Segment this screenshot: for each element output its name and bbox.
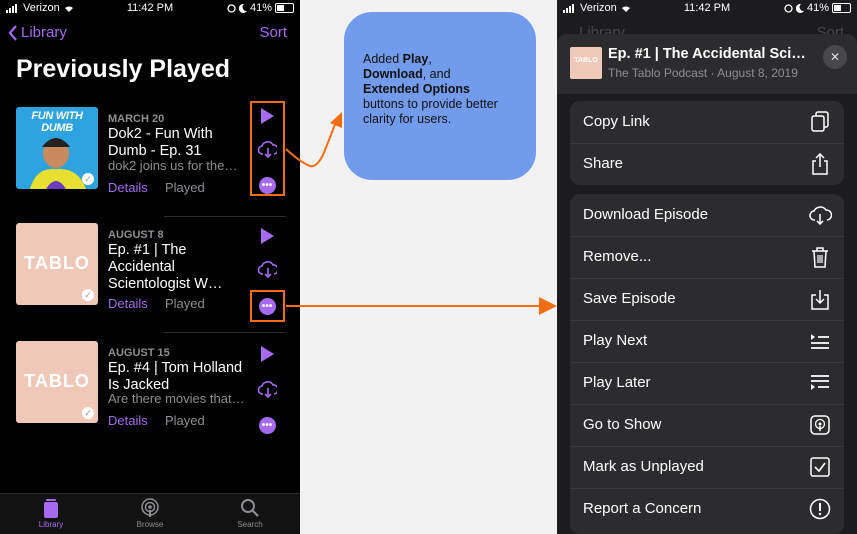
share-options-group: Copy Link Share	[570, 101, 844, 185]
play-later-row[interactable]: Play Later	[570, 362, 844, 405]
row-label: Remove...	[583, 248, 652, 265]
callout-prefix: Added	[363, 52, 403, 66]
episode-artwork: TABLO	[570, 47, 602, 79]
report-concern-row[interactable]: Report a Concern	[570, 488, 844, 530]
download-episode-row[interactable]: Download Episode	[570, 194, 844, 237]
callout-comma: ,	[428, 52, 432, 66]
row-label: Copy Link	[583, 113, 650, 130]
remove-row[interactable]: Remove...	[570, 236, 844, 279]
play-next-icon	[808, 329, 832, 353]
callout-suffix: buttons to provide better clarity for us…	[363, 97, 498, 126]
close-button[interactable]: ✕	[823, 45, 847, 69]
play-next-row[interactable]: Play Next	[570, 320, 844, 363]
share-row[interactable]: Share	[570, 143, 844, 185]
save-episode-row[interactable]: Save Episode	[570, 278, 844, 321]
sheet-episode-subtitle: The Tablo Podcast · August 8, 2019	[608, 66, 798, 80]
status-bar: Verizon 11:42 PM 41%	[557, 0, 857, 16]
exclamation-icon	[808, 497, 832, 521]
play-later-icon	[808, 371, 832, 395]
row-label: Play Later	[583, 374, 651, 391]
battery-icon	[832, 3, 851, 13]
save-tray-icon	[808, 287, 832, 311]
annotation-callout: Added Play, Download, and Extended Optio…	[344, 12, 536, 180]
callout-play: Play	[402, 52, 429, 66]
close-icon: ✕	[829, 50, 841, 64]
right-phone-screen: Verizon 11:42 PM 41% Library Sort TABLO …	[557, 0, 857, 534]
row-label: Mark as Unplayed	[583, 458, 704, 475]
podcast-icon	[808, 413, 832, 437]
row-label: Report a Concern	[583, 500, 702, 517]
trash-icon	[808, 245, 832, 269]
episode-options-group: Download Episode Remove... Save Episode …	[570, 194, 844, 534]
row-label: Play Next	[583, 332, 648, 349]
battery-percent: 41%	[806, 2, 829, 14]
row-label: Go to Show	[583, 416, 662, 433]
go-to-show-row[interactable]: Go to Show	[570, 404, 844, 447]
cloud-download-icon	[808, 203, 832, 227]
mark-unplayed-row[interactable]: Mark as Unplayed	[570, 446, 844, 489]
moon-icon	[795, 3, 804, 13]
callout-and: , and	[422, 67, 451, 81]
row-label: Save Episode	[583, 290, 676, 307]
artwork-text: TABLO	[574, 57, 598, 64]
copy-link-row[interactable]: Copy Link	[570, 101, 844, 144]
callout-download: Download	[363, 67, 423, 81]
callout-extended: Extended Options	[363, 82, 470, 96]
copy-icon	[808, 110, 832, 134]
alarm-icon	[784, 3, 793, 13]
status-right-group: 41%	[784, 2, 851, 14]
row-label: Download Episode	[583, 206, 709, 223]
row-label: Share	[583, 155, 624, 172]
sheet-episode-title: Ep. #1 | The Accidental Scient…	[608, 46, 813, 62]
checkbox-icon	[808, 455, 832, 479]
share-icon	[808, 152, 832, 176]
action-sheet-header: TABLO Ep. #1 | The Accidental Scient… Th…	[557, 34, 857, 94]
